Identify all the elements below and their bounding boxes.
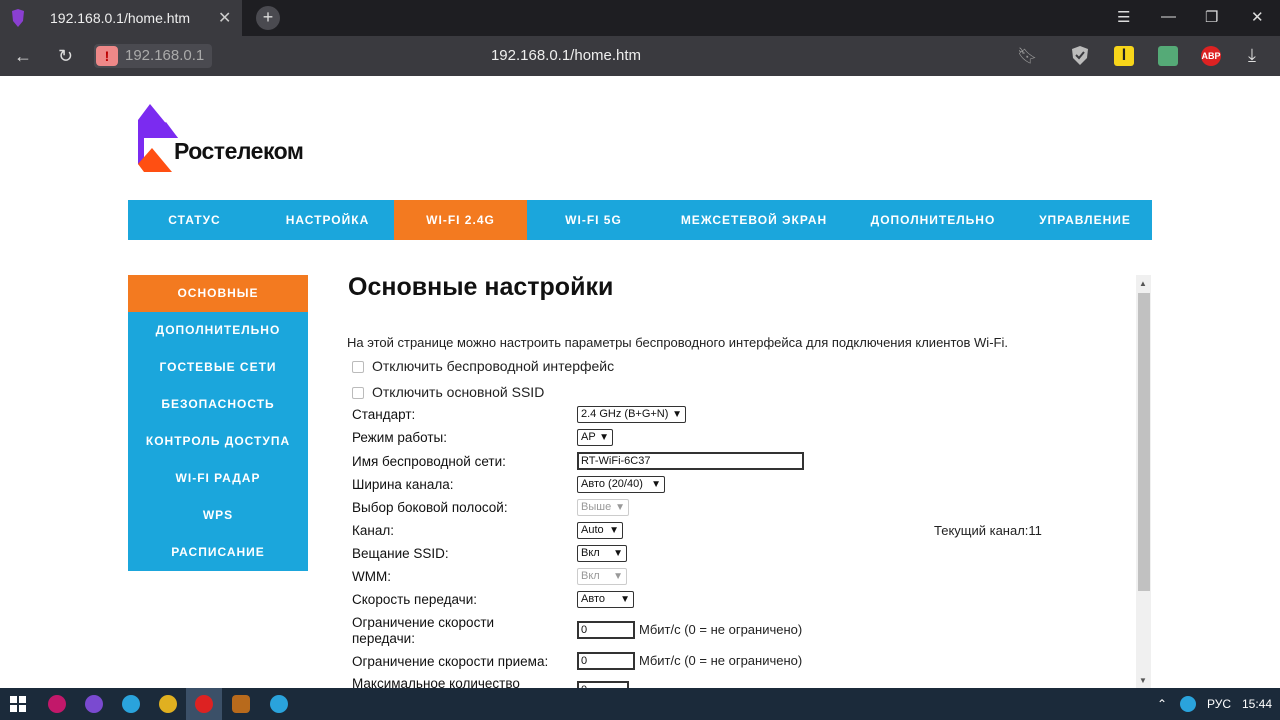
extension-l-icon[interactable]: l <box>1114 46 1134 66</box>
brand-name: Ростелеком <box>174 138 304 164</box>
scrollbar-thumb[interactable] <box>1138 293 1150 591</box>
sidenav-security[interactable]: БЕЗОПАСНОСТЬ <box>128 386 308 423</box>
ssid-broadcast-select[interactable]: Вкл ▼ <box>577 545 627 562</box>
new-tab-button[interactable]: + <box>256 6 280 30</box>
disable-ssid-row: Отключить основной SSID <box>352 384 544 400</box>
disable-ssid-label: Отключить основной SSID <box>372 384 545 400</box>
language-indicator[interactable]: РУС <box>1207 697 1231 711</box>
browser-tab[interactable]: 192.168.0.1/home.htm ✕ <box>0 0 242 36</box>
chevron-down-icon: ▼ <box>651 479 661 490</box>
sidenav-guest[interactable]: ГОСТЕВЫЕ СЕТИ <box>128 349 308 386</box>
channel-width-label: Ширина канала: <box>352 477 454 492</box>
max-clients-input[interactable]: 0 <box>577 681 629 688</box>
sidenav-wifi-radar[interactable]: WI-FI РАДАР <box>128 460 308 497</box>
channel-label: Канал: <box>352 523 394 538</box>
windows-start-icon[interactable] <box>10 696 26 712</box>
sidenav-advanced[interactable]: ДОПОЛНИТЕЛЬНО <box>128 312 308 349</box>
topnav-wifi24[interactable]: WI-FI 2.4G <box>394 200 527 240</box>
yandex-browser-icon <box>12 9 24 27</box>
app-icon[interactable] <box>48 695 66 713</box>
restore-icon[interactable]: ❐ <box>1205 8 1218 26</box>
topnav-wifi5[interactable]: WI-FI 5G <box>527 200 660 240</box>
standard-label: Стандарт: <box>352 407 416 422</box>
bookmark-icon[interactable]: 🔖︎ <box>1017 46 1037 66</box>
wmm-select: Вкл ▼ <box>577 568 627 585</box>
tx-rate-select[interactable]: Авто ▼ <box>577 591 634 608</box>
telegram-tray-icon[interactable] <box>1180 696 1196 712</box>
standard-select[interactable]: 2.4 GHz (B+G+N) ▼ <box>577 406 686 423</box>
window-close-icon[interactable]: ✕ <box>1251 8 1264 26</box>
chrome-icon[interactable] <box>159 695 177 713</box>
tx-limit-unit: Мбит/с (0 = не ограничено) <box>639 622 803 637</box>
channel-width-select[interactable]: Авто (20/40) ▼ <box>577 476 665 493</box>
download-icon[interactable]: ⤓ <box>1248 45 1256 66</box>
tab-close-icon[interactable]: ✕ <box>218 8 231 28</box>
extension-colors-icon[interactable] <box>1158 46 1178 66</box>
sideband-select: Выше ▼ <box>577 499 629 516</box>
url-field[interactable]: 192.168.0.1/home.htm <box>0 47 1132 64</box>
scroll-up-icon[interactable]: ▲ <box>1139 279 1147 288</box>
scroll-down-icon[interactable]: ▼ <box>1139 676 1147 685</box>
menu-icon[interactable]: ☰ <box>1117 8 1130 26</box>
ssid-label: Имя беспроводной сети: <box>352 454 506 469</box>
topnav-setup[interactable]: НАСТРОЙКА <box>261 200 394 240</box>
chevron-up-icon[interactable]: ⌃ <box>1157 697 1167 711</box>
adblock-icon[interactable]: ABP <box>1201 46 1221 66</box>
disable-interface-label: Отключить беспроводной интерфейс <box>372 358 615 374</box>
channel-select[interactable]: Auto ▼ <box>577 522 623 539</box>
tab-title: 192.168.0.1/home.htm <box>50 10 191 26</box>
rx-limit-input[interactable]: 0 <box>577 652 635 670</box>
viber-icon[interactable] <box>85 695 103 713</box>
rx-limit-unit: Мбит/с (0 = не ограничено) <box>639 653 803 668</box>
wmm-label: WMM: <box>352 569 391 584</box>
browser-tab-bar: 192.168.0.1/home.htm ✕ + ☰ — ❐ ✕ <box>0 0 1280 36</box>
clock[interactable]: 15:44 <box>1242 697 1272 711</box>
disable-interface-checkbox[interactable] <box>352 361 364 374</box>
topnav-advanced[interactable]: ДОПОЛНИТЕЛЬНО <box>848 200 1018 240</box>
chevron-down-icon: ▼ <box>620 594 630 605</box>
side-navigation: ОСНОВНЫЕ ДОПОЛНИТЕЛЬНО ГОСТЕВЫЕ СЕТИ БЕЗ… <box>128 275 308 571</box>
top-navigation: СТАТУС НАСТРОЙКА WI-FI 2.4G WI-FI 5G МЕЖ… <box>128 200 1152 240</box>
topnav-management[interactable]: УПРАВЛЕНИЕ <box>1018 200 1152 240</box>
sidenav-wps[interactable]: WPS <box>128 497 308 534</box>
telegram-icon[interactable] <box>122 695 140 713</box>
current-channel: Текущий канал:11 <box>934 523 1042 538</box>
minimize-icon[interactable]: — <box>1161 8 1176 25</box>
topnav-firewall[interactable]: МЕЖСЕТЕВОЙ ЭКРАН <box>660 200 848 240</box>
telegram-icon[interactable] <box>270 695 288 713</box>
mode-label: Режим работы: <box>352 430 447 445</box>
disable-interface-row: Отключить беспроводной интерфейс <box>352 358 614 374</box>
chevron-down-icon: ▼ <box>609 525 619 536</box>
chevron-down-icon: ▼ <box>615 502 625 513</box>
router-page: Ростелеком СТАТУС НАСТРОЙКА WI-FI 2.4G W… <box>0 76 1280 688</box>
max-clients-label: Максимальное количество <box>352 676 520 688</box>
ssid-broadcast-label: Вещание SSID: <box>352 546 449 561</box>
page-title: Основные настройки <box>348 273 614 301</box>
ssid-input[interactable]: RT-WiFi-6C37 <box>577 452 804 470</box>
shield-icon[interactable] <box>1070 45 1090 67</box>
page-description: На этой странице можно настроить парамет… <box>347 335 1008 350</box>
chevron-down-icon: ▼ <box>672 409 682 420</box>
mode-select[interactable]: AP ▼ <box>577 429 613 446</box>
topnav-status[interactable]: СТАТУС <box>128 200 261 240</box>
tx-limit-input[interactable]: 0 <box>577 621 635 639</box>
sideband-label: Выбор боковой полосой: <box>352 500 508 515</box>
game-icon[interactable] <box>232 695 250 713</box>
chevron-down-icon: ▼ <box>613 571 623 582</box>
yandex-browser-taskbar-icon[interactable] <box>195 695 213 713</box>
disable-ssid-checkbox[interactable] <box>352 387 364 400</box>
chevron-down-icon: ▼ <box>599 432 609 443</box>
rx-limit-label: Ограничение скорости приема: <box>352 654 549 669</box>
tx-limit-label: Ограничение скорости передачи: <box>352 615 495 646</box>
chevron-down-icon: ▼ <box>613 548 623 559</box>
taskbar: ⌃ РУС 15:44 <box>0 688 1280 720</box>
sidenav-basic[interactable]: ОСНОВНЫЕ <box>128 275 308 312</box>
tx-rate-label: Скорость передачи: <box>352 592 478 607</box>
sidenav-schedule[interactable]: РАСПИСАНИЕ <box>128 534 308 571</box>
sidenav-access-control[interactable]: КОНТРОЛЬ ДОСТУПА <box>128 423 308 460</box>
